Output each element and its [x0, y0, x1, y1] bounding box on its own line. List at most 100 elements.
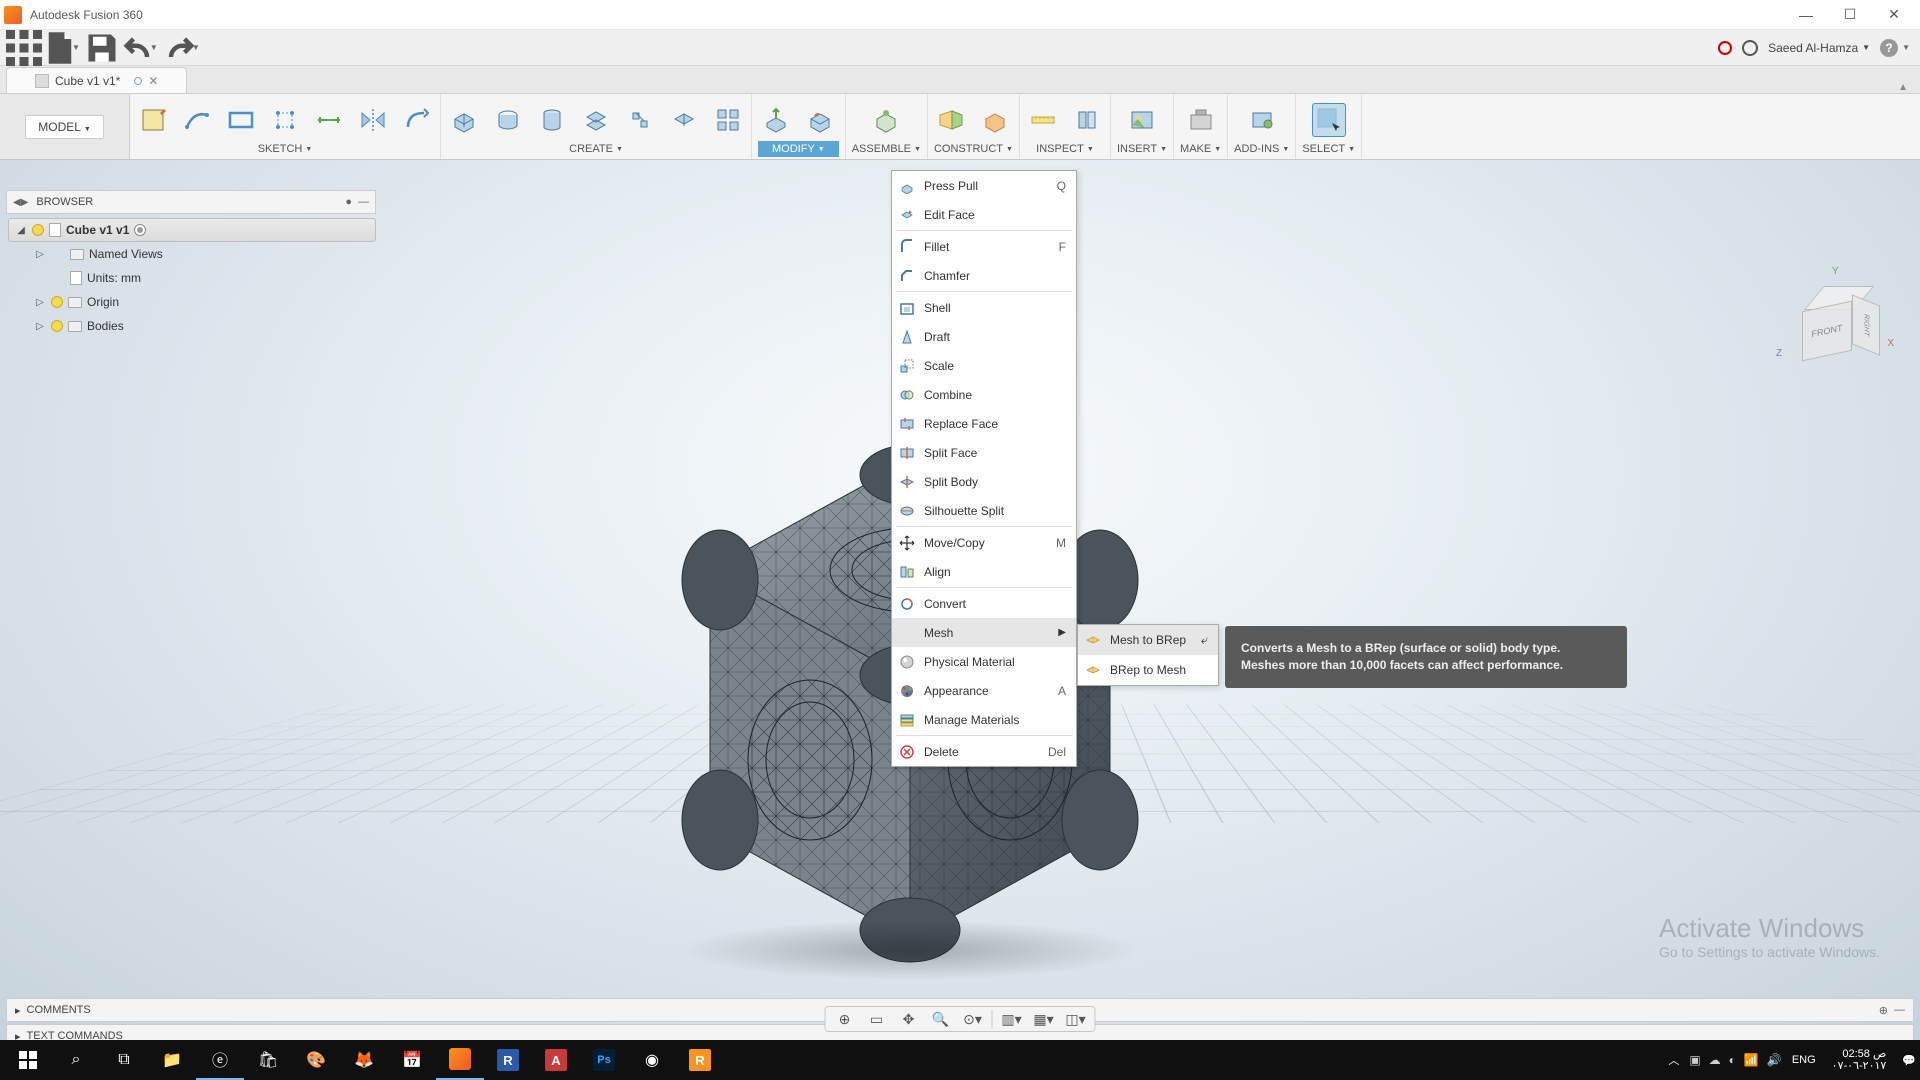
dimension-icon[interactable]: [312, 103, 346, 137]
ribbon-label-insert[interactable]: INSERT▼: [1117, 141, 1167, 157]
tree-root[interactable]: ◢ Cube v1 v1: [8, 218, 376, 242]
mirror-icon[interactable]: [356, 103, 390, 137]
job-status-icon[interactable]: [1742, 40, 1758, 56]
viewports-icon[interactable]: ◫▾: [1063, 1008, 1089, 1030]
sweep-icon[interactable]: [579, 103, 613, 137]
viewcube-front[interactable]: FRONT: [1802, 301, 1852, 362]
activate-radio-icon[interactable]: [134, 224, 146, 236]
menu-item-move-copy[interactable]: Move/CopyM: [892, 528, 1076, 557]
pattern-icon[interactable]: [711, 103, 745, 137]
close-tab-icon[interactable]: ✕: [148, 74, 158, 88]
assemble-icon[interactable]: [869, 103, 903, 137]
make-icon[interactable]: [1184, 103, 1218, 137]
record-icon[interactable]: [1718, 41, 1732, 55]
search-button[interactable]: ⌕: [52, 1040, 100, 1080]
browser-collapse-icon[interactable]: ◀▶: [13, 197, 28, 208]
collapse-tabs-icon[interactable]: ▲: [1892, 82, 1914, 93]
notifications-icon[interactable]: 💬: [1902, 1054, 1916, 1067]
display-icon[interactable]: ▥▾: [999, 1008, 1025, 1030]
look-icon[interactable]: ▭: [864, 1008, 890, 1030]
visibility-bulb-icon[interactable]: [32, 224, 44, 236]
sketch-icon[interactable]: [136, 103, 170, 137]
ribbon-label-addins[interactable]: ADD-INS▼: [1234, 141, 1289, 157]
select-icon[interactable]: [1312, 103, 1346, 137]
rectangle-icon[interactable]: [224, 103, 258, 137]
store-icon[interactable]: 🛍: [244, 1040, 292, 1080]
revit-icon[interactable]: R: [484, 1040, 532, 1080]
menu-item-align[interactable]: Align: [892, 557, 1076, 586]
steam-icon[interactable]: ◉: [628, 1040, 676, 1080]
menu-item-convert[interactable]: Convert: [892, 589, 1076, 618]
line-icon[interactable]: [180, 103, 214, 137]
expand-icon[interactable]: ▷: [34, 249, 46, 260]
ribbon-label-assemble[interactable]: ASSEMBLE▼: [852, 141, 921, 157]
comments-expand-icon[interactable]: ▸: [15, 1004, 21, 1017]
ribbon-label-construct[interactable]: CONSTRUCT▼: [934, 141, 1013, 157]
menu-item-draft[interactable]: Draft: [892, 322, 1076, 351]
menu-item-split-face[interactable]: Split Face: [892, 438, 1076, 467]
visibility-bulb-icon[interactable]: [51, 320, 63, 332]
menu-item-edit-face[interactable]: Edit Face: [892, 200, 1076, 229]
start-button[interactable]: [4, 1040, 52, 1080]
menu-item-fillet[interactable]: FilletF: [892, 232, 1076, 261]
tray-up-icon[interactable]: ︿: [1668, 1052, 1679, 1068]
app-r-icon[interactable]: R: [676, 1040, 724, 1080]
tree-item[interactable]: ▷Bodies: [8, 314, 376, 338]
axis-icon[interactable]: [978, 103, 1012, 137]
pan-icon[interactable]: ✥: [896, 1008, 922, 1030]
ribbon-label-modify[interactable]: MODIFY▼: [758, 141, 839, 157]
fillet-tool-icon[interactable]: [803, 103, 837, 137]
insert-icon[interactable]: [1125, 103, 1159, 137]
menu-item-combine[interactable]: Combine: [892, 380, 1076, 409]
grid-icon[interactable]: ▦▾: [1031, 1008, 1057, 1030]
taskview-button[interactable]: ⧉: [100, 1040, 148, 1080]
circle-icon[interactable]: [268, 103, 302, 137]
addins-icon[interactable]: [1245, 103, 1279, 137]
menu-item-scale[interactable]: Scale: [892, 351, 1076, 380]
save-icon[interactable]: [84, 34, 120, 62]
system-tray[interactable]: ▣ ☁ ◐ 📶 🔊: [1689, 1053, 1782, 1067]
firefox-icon[interactable]: 🦊: [340, 1040, 388, 1080]
viewcube-right[interactable]: RIGHT: [1852, 294, 1880, 355]
viewcube[interactable]: Y X Z FRONT RIGHT: [1780, 268, 1890, 378]
presspull-icon[interactable]: [759, 103, 793, 137]
browser-settings-icon[interactable]: ●: [345, 196, 352, 208]
arc-icon[interactable]: [400, 103, 434, 137]
expand-icon[interactable]: ▷: [34, 321, 46, 332]
visibility-bulb-icon[interactable]: [51, 296, 63, 308]
orbit-icon[interactable]: ⊕: [832, 1008, 858, 1030]
menu-item-appearance[interactable]: AppearanceA: [892, 676, 1076, 705]
apps-grid-icon[interactable]: [6, 34, 42, 62]
workspace-switcher[interactable]: MODEL ▼: [0, 94, 130, 159]
rib-icon[interactable]: [667, 103, 701, 137]
expand-icon[interactable]: ◢: [15, 225, 27, 236]
calculator-icon[interactable]: 📅: [388, 1040, 436, 1080]
ribbon-label-make[interactable]: MAKE▼: [1180, 141, 1221, 157]
fit-icon[interactable]: ⊙▾: [960, 1008, 986, 1030]
zoom-icon[interactable]: 🔍: [928, 1008, 954, 1030]
tree-item[interactable]: Units: mm: [8, 266, 376, 290]
edge-icon[interactable]: ⓔ: [196, 1040, 244, 1080]
menu-item-shell[interactable]: Shell: [892, 293, 1076, 322]
tree-item[interactable]: ▷Origin: [8, 290, 376, 314]
explorer-icon[interactable]: 📁: [148, 1040, 196, 1080]
cylinder-icon[interactable]: [535, 103, 569, 137]
fusion-taskbar-icon[interactable]: [436, 1040, 484, 1080]
ribbon-label-inspect[interactable]: INSPECT▼: [1036, 141, 1094, 157]
menu-item-chamfer[interactable]: Chamfer: [892, 261, 1076, 290]
document-tab[interactable]: Cube v1 v1* ✕: [6, 67, 187, 93]
comments-add-icon[interactable]: ⊕: [1879, 1004, 1888, 1017]
expand-icon[interactable]: ▷: [34, 297, 46, 308]
submenu-item-mesh-to-brep[interactable]: Mesh to BRep⤶: [1078, 625, 1218, 655]
minimize-button[interactable]: —: [1784, 0, 1828, 30]
tray-icon-1[interactable]: ▣: [1689, 1053, 1700, 1067]
autocad-icon[interactable]: A: [532, 1040, 580, 1080]
tree-item[interactable]: ▷Named Views: [8, 242, 376, 266]
submenu-item-brep-to-mesh[interactable]: BRep to Mesh: [1078, 655, 1218, 685]
section-icon[interactable]: [1070, 103, 1104, 137]
ribbon-label-select[interactable]: SELECT▼: [1302, 141, 1355, 157]
tray-icon-3[interactable]: ◐: [1729, 1053, 1736, 1067]
menu-item-delete[interactable]: DeleteDel: [892, 737, 1076, 766]
comments-min-icon[interactable]: —: [1894, 1004, 1905, 1017]
plane-icon[interactable]: [934, 103, 968, 137]
